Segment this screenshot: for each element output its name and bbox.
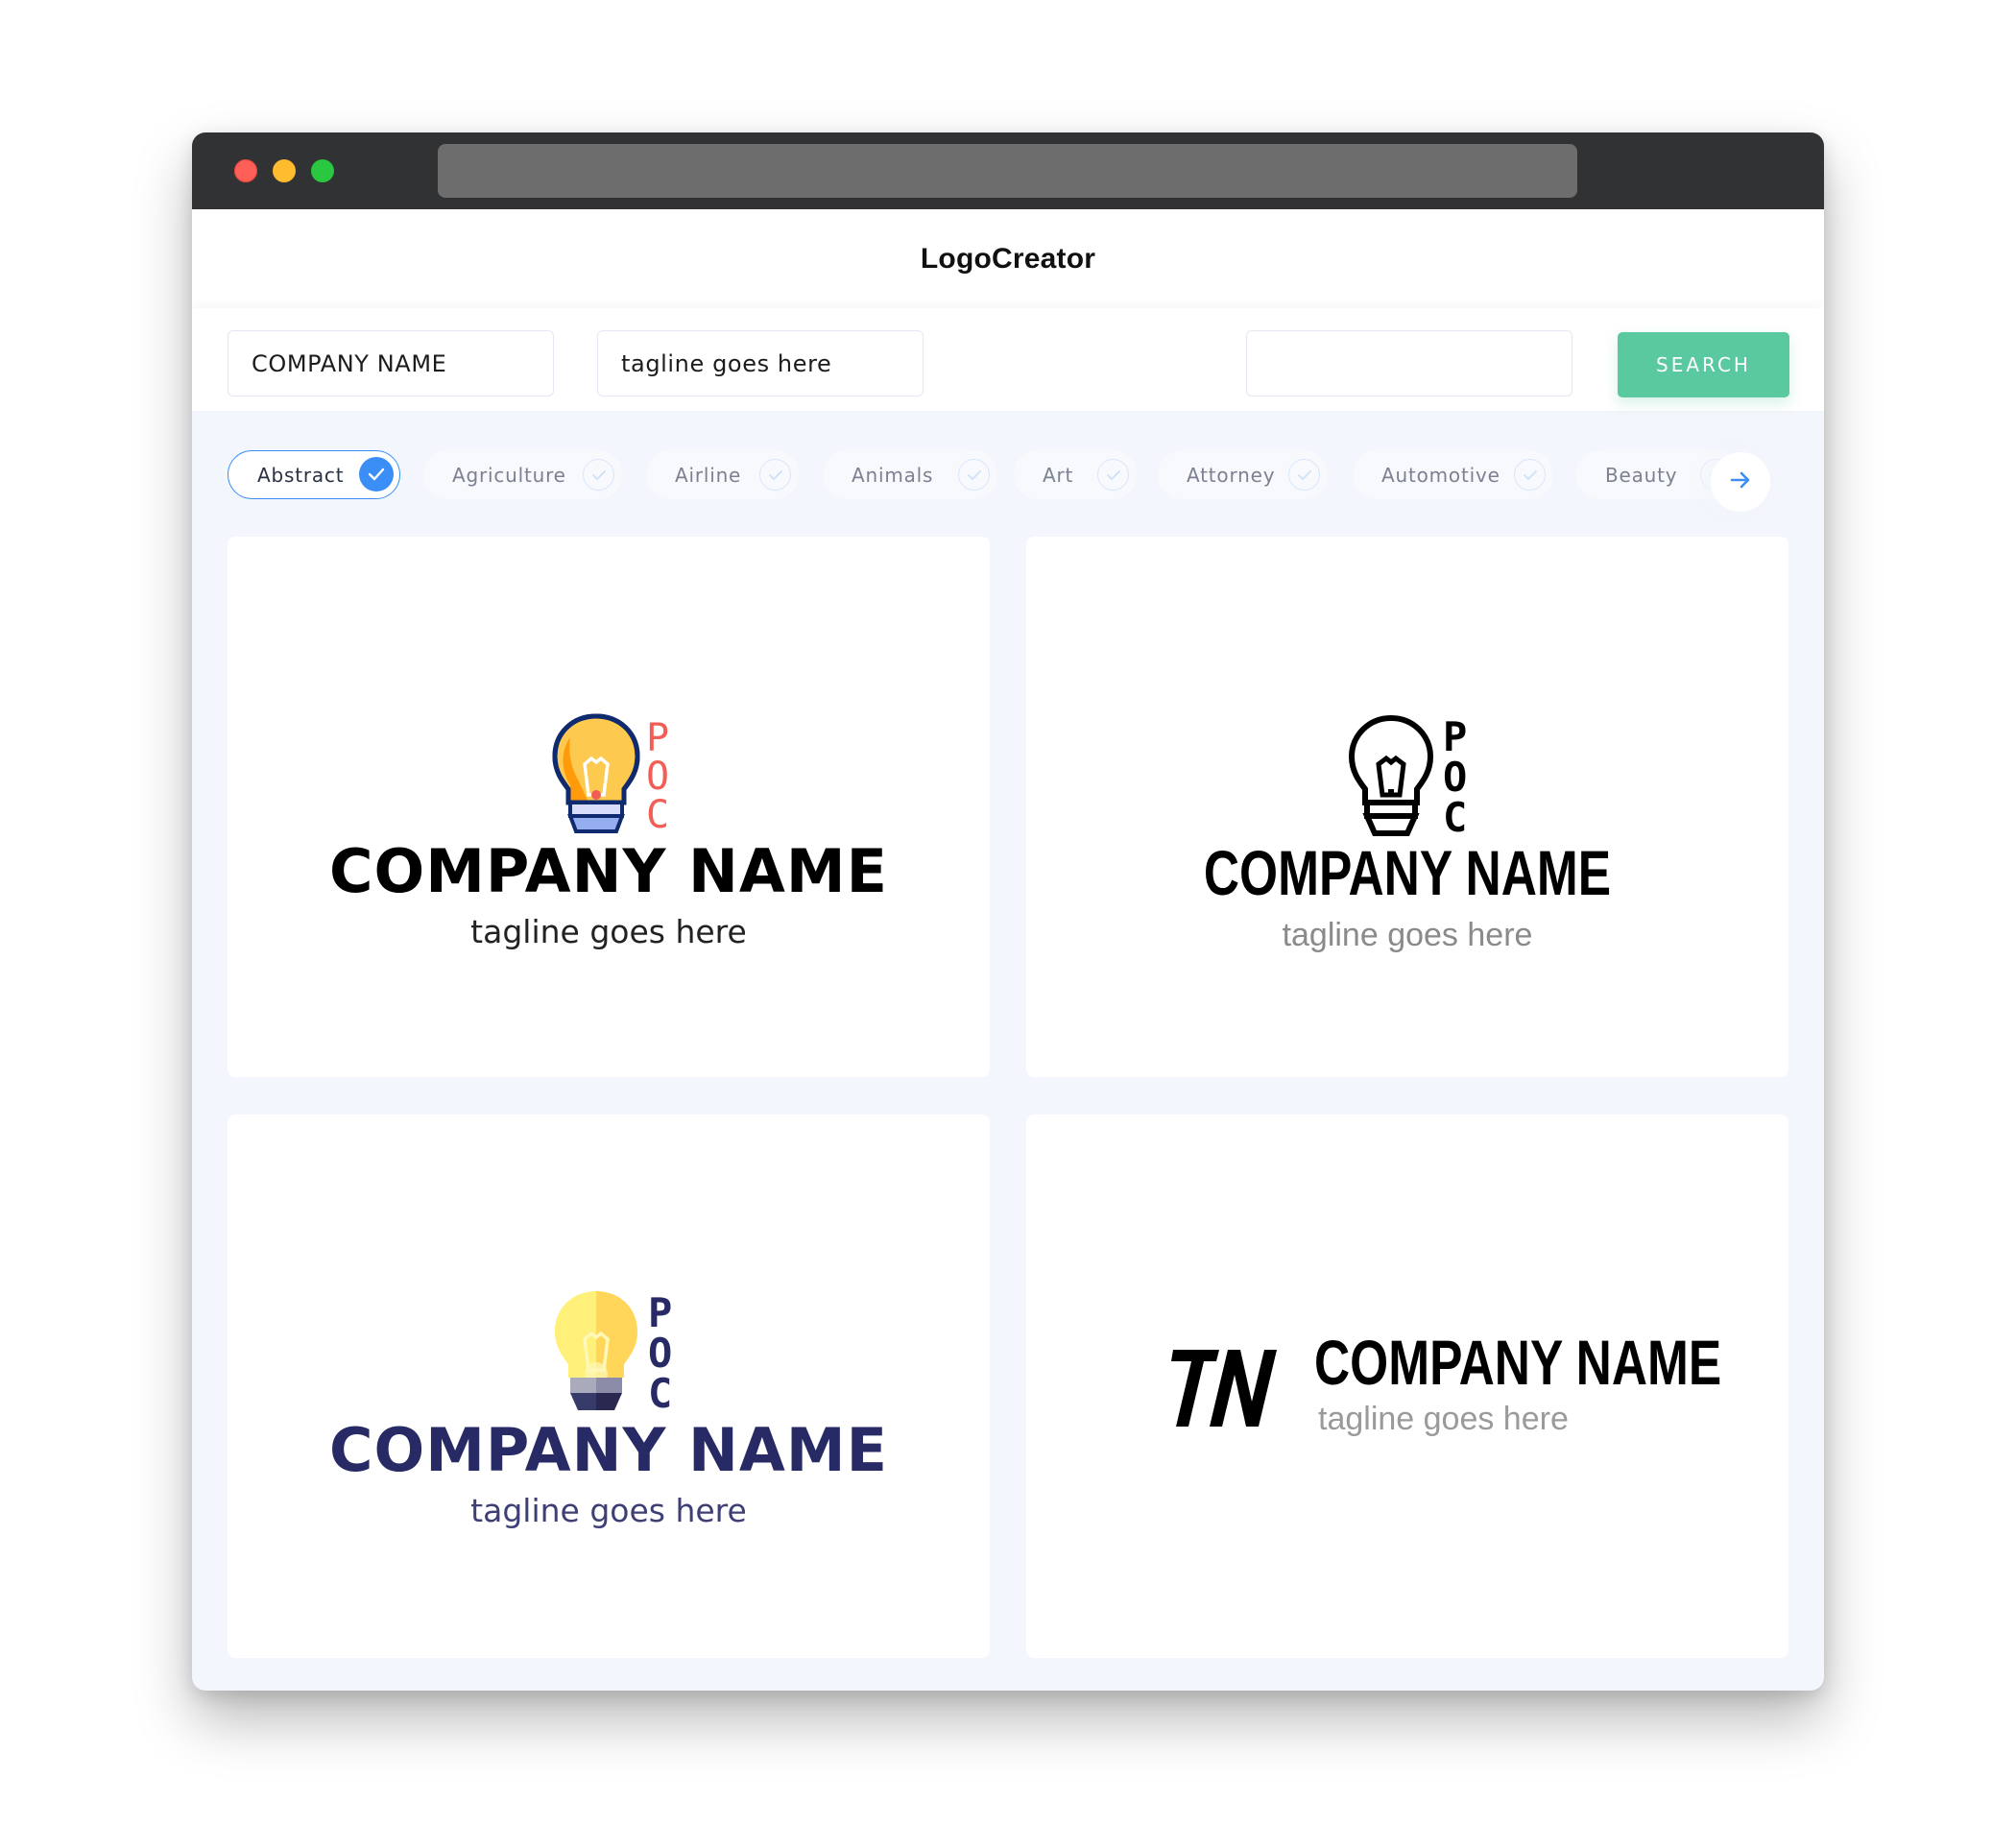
category-label: Animals	[852, 463, 934, 487]
category-label: Art	[1043, 463, 1074, 487]
monogram-poc: P O C	[646, 719, 669, 834]
category-label: Agriculture	[452, 463, 566, 487]
monogram-letter: P	[1443, 713, 1468, 760]
category-chip-attorney[interactable]: Attorney	[1158, 450, 1328, 499]
monogram-letter: O	[1443, 754, 1468, 801]
window-titlebar	[192, 132, 1824, 209]
maximize-window-button[interactable]	[311, 159, 334, 182]
browser-window: LogoCreator COMPANY NAME tagline goes he…	[192, 132, 1824, 1691]
tagline-input[interactable]: tagline goes here	[597, 330, 924, 396]
monogram-letter: C	[1443, 794, 1468, 841]
check-icon	[759, 459, 791, 491]
monogram-poc: P O C	[648, 1293, 672, 1414]
logo-tagline: tagline goes here	[470, 1492, 747, 1529]
logo-tagline: tagline goes here	[1282, 917, 1533, 953]
check-icon	[583, 459, 614, 491]
category-chip-animals[interactable]: Animals	[823, 450, 997, 499]
category-label: Beauty	[1605, 463, 1678, 487]
category-label: Airline	[675, 463, 742, 487]
category-chip-abstract[interactable]: Abstract	[228, 450, 400, 499]
category-filter-bar: Abstract Agriculture Airline Animals Art	[192, 411, 1824, 521]
category-label: Attorney	[1187, 463, 1276, 487]
logo-company-name: COMPANY NAME	[1203, 837, 1612, 908]
logo-card[interactable]: P O C COMPANY NAME tagline goes here	[228, 1115, 990, 1658]
monogram-letter: C	[646, 793, 670, 837]
search-bar: COMPANY NAME tagline goes here SEARCH	[192, 308, 1824, 411]
logo-card[interactable]: P O C COMPANY NAME tagline goes here	[228, 537, 990, 1077]
category-next-button[interactable]	[1711, 452, 1770, 512]
monogram-letter: C	[648, 1370, 673, 1417]
company-name-value: COMPANY NAME	[252, 349, 447, 377]
lightbulb-icon	[549, 712, 643, 843]
logo-tagline: tagline goes here	[1318, 1401, 1569, 1437]
minimize-window-button[interactable]	[273, 159, 296, 182]
monogram-letter: O	[648, 1330, 673, 1377]
check-icon	[1288, 459, 1320, 491]
check-icon	[1097, 459, 1129, 491]
brand-logo[interactable]: LogoCreator	[921, 243, 1095, 276]
category-chip-agriculture[interactable]: Agriculture	[423, 450, 622, 499]
app-header: LogoCreator	[192, 209, 1824, 308]
logo-card[interactable]: P O C COMPANY NAME tagline goes here	[1026, 537, 1788, 1077]
close-window-button[interactable]	[234, 159, 257, 182]
check-icon	[1514, 459, 1546, 491]
logo-tagline: tagline goes here	[470, 913, 747, 950]
category-chip-airline[interactable]: Airline	[646, 450, 799, 499]
tagline-value: tagline goes here	[621, 349, 832, 377]
logo-card[interactable]: COMPANY NAME tagline goes here	[1026, 1115, 1788, 1658]
company-name-input[interactable]: COMPANY NAME	[228, 330, 554, 396]
lightbulb-flat-icon	[549, 1287, 643, 1418]
keyword-input[interactable]	[1246, 330, 1572, 396]
monogram-poc: P O C	[1443, 717, 1467, 838]
lightbulb-outline-icon	[1344, 712, 1438, 843]
monogram-letter: P	[648, 1289, 673, 1336]
address-bar[interactable]	[438, 144, 1577, 198]
check-icon	[359, 457, 394, 492]
logo-company-name: COMPANY NAME	[1314, 1327, 1722, 1398]
tn-monogram-icon	[1171, 1350, 1294, 1432]
logo-company-name: COMPANY NAME	[329, 836, 888, 906]
monogram-letter: O	[646, 755, 670, 799]
logo-company-name: COMPANY NAME	[329, 1415, 888, 1485]
monogram-letter: P	[646, 716, 670, 760]
category-chip-automotive[interactable]: Automotive	[1353, 450, 1553, 499]
category-label: Abstract	[257, 463, 345, 487]
category-chip-art[interactable]: Art	[1014, 450, 1137, 499]
category-label: Automotive	[1381, 463, 1500, 487]
check-icon	[958, 459, 990, 491]
arrow-right-icon	[1730, 471, 1751, 492]
search-button[interactable]: SEARCH	[1618, 332, 1789, 397]
